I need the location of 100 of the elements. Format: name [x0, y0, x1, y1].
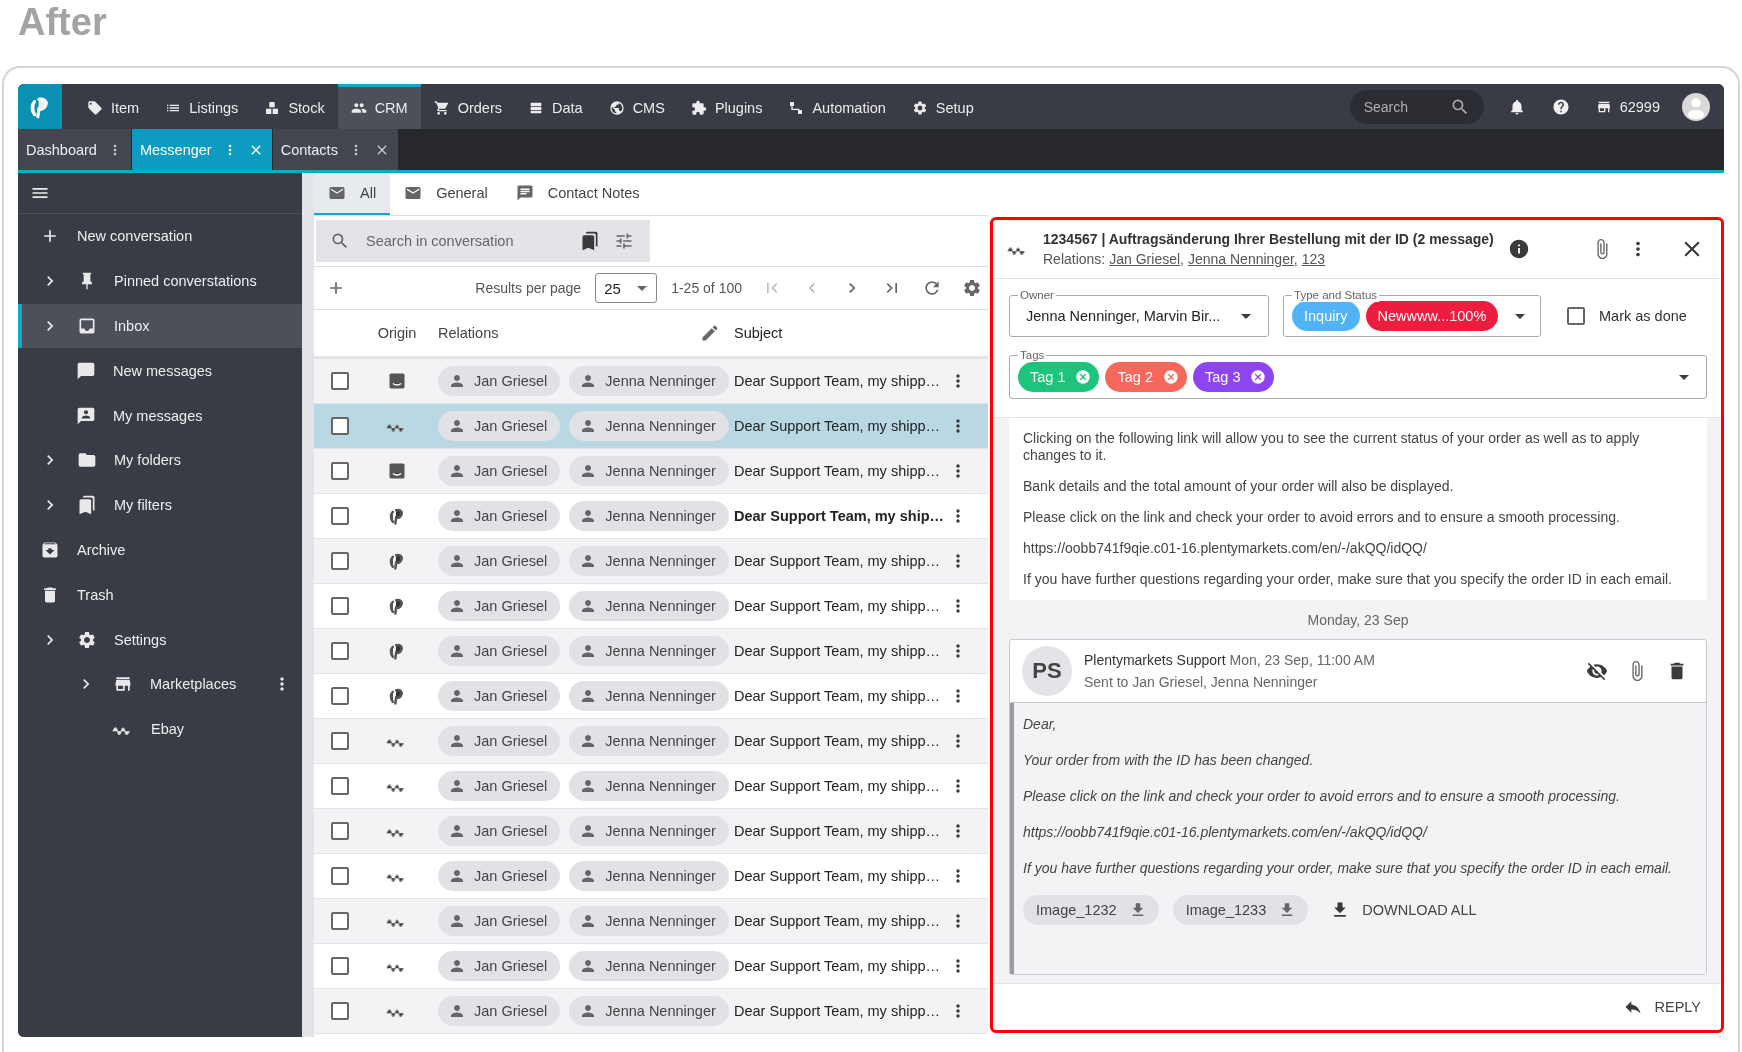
relation-chip[interactable]: Jenna Nenninger: [569, 951, 729, 981]
relation-chip[interactable]: Jan Griesel: [438, 546, 561, 576]
table-row[interactable]: Jan Griesel Jenna Nenninger Dear Support Team, my shipp…: [314, 629, 988, 674]
checkbox[interactable]: [331, 597, 349, 615]
relation-chip[interactable]: Jenna Nenninger: [569, 591, 729, 621]
search-input[interactable]: Search: [1361, 97, 1450, 116]
checkbox[interactable]: [331, 507, 349, 525]
tab[interactable]: General: [390, 173, 502, 215]
nav-item[interactable]: Setup: [898, 84, 987, 129]
checkbox[interactable]: [331, 1002, 349, 1020]
table-row[interactable]: Jan Griesel Jenna Nenninger Dear Support Team, my shipp…: [314, 899, 988, 944]
relation-chip[interactable]: Jan Griesel: [438, 996, 561, 1026]
nav-item[interactable]: Listings: [152, 84, 252, 129]
tag-chip[interactable]: Tag 3: [1192, 362, 1275, 392]
nav-item[interactable]: Automation: [775, 84, 899, 129]
sidebar-item[interactable]: Settings: [18, 617, 302, 662]
settings-icon[interactable]: [962, 278, 982, 298]
checkbox[interactable]: [331, 687, 349, 705]
relation-chip[interactable]: Jan Griesel: [438, 771, 561, 801]
app-logo-icon[interactable]: [18, 84, 62, 129]
sidebar-item[interactable]: Ebay: [18, 706, 302, 752]
relation-chip[interactable]: Jan Griesel: [438, 861, 561, 891]
relation-chip[interactable]: Jenna Nenninger: [569, 906, 729, 936]
info-icon[interactable]: [1507, 238, 1530, 260]
sidebar-item[interactable]: My filters: [18, 482, 302, 528]
relation-chip[interactable]: Jenna Nenninger: [569, 456, 729, 486]
checkbox[interactable]: [331, 372, 349, 390]
relation-chip[interactable]: Jenna Nenninger: [569, 681, 729, 711]
sidebar-item[interactable]: Inbox: [18, 303, 302, 349]
tab[interactable]: Dashboard: [18, 129, 132, 170]
remove-icon[interactable]: [1250, 369, 1267, 385]
relation-link[interactable]: Jan Griesel,: [1109, 251, 1184, 267]
search-input[interactable]: Search in conversation: [364, 232, 566, 250]
relation-chip[interactable]: Jenna Nenninger: [569, 816, 729, 846]
checkbox[interactable]: [331, 957, 349, 975]
tab[interactable]: All: [314, 173, 391, 215]
bookmarks-icon[interactable]: [580, 231, 600, 251]
checkbox[interactable]: [331, 417, 349, 435]
relation-link[interactable]: 123: [1301, 251, 1326, 267]
table-row[interactable]: Jan Griesel Jenna Nenninger Dear Support Team, my shipp…: [314, 719, 988, 764]
relation-chip[interactable]: Jan Griesel: [438, 456, 561, 486]
tab[interactable]: Contact Notes: [501, 173, 654, 215]
sidebar-item[interactable]: My folders: [18, 438, 302, 483]
relation-chip[interactable]: Jan Griesel: [438, 501, 561, 531]
nav-item[interactable]: Item: [74, 84, 153, 129]
attachment-chip[interactable]: Image_1233: [1172, 895, 1309, 925]
sidebar-item[interactable]: Marketplaces: [18, 661, 302, 707]
nav-item[interactable]: Plugins: [677, 84, 776, 129]
sidebar-item[interactable]: Archive: [18, 527, 302, 573]
nav-item[interactable]: Stock: [251, 84, 338, 129]
relation-chip[interactable]: Jenna Nenninger: [569, 546, 729, 576]
relation-chip[interactable]: Jenna Nenninger: [569, 726, 729, 756]
checkbox[interactable]: [331, 822, 349, 840]
relation-chip[interactable]: Jenna Nenninger: [569, 501, 729, 531]
per-page-select[interactable]: 25: [595, 273, 658, 303]
checkbox[interactable]: [331, 642, 349, 660]
relation-chip[interactable]: Jan Griesel: [438, 636, 561, 666]
checkbox[interactable]: [331, 552, 349, 570]
relation-chip[interactable]: Jan Griesel: [438, 366, 561, 396]
nav-item[interactable]: CRM: [337, 84, 421, 129]
remove-icon[interactable]: [1162, 369, 1179, 385]
attachment-chip[interactable]: Image_1232: [1023, 895, 1159, 925]
relation-chip[interactable]: Jenna Nenninger: [569, 861, 729, 891]
nav-item[interactable]: CMS: [595, 84, 678, 129]
relation-chip[interactable]: Jan Griesel: [438, 726, 561, 756]
filter-icon[interactable]: [614, 231, 634, 251]
relation-chip[interactable]: Jenna Nenninger: [569, 771, 729, 801]
help-icon[interactable]: [1551, 97, 1570, 116]
search-bar[interactable]: Search: [1349, 89, 1484, 124]
checkbox[interactable]: [331, 462, 349, 480]
avatar-icon[interactable]: [1682, 92, 1710, 121]
relation-chip[interactable]: Jenna Nenninger: [569, 411, 729, 441]
table-row[interactable]: Jan Griesel Jenna Nenninger Dear Support Team, my shipp…: [314, 989, 988, 1034]
sidebar-item[interactable]: Pinned converstations: [18, 258, 302, 304]
relation-chip[interactable]: Jan Griesel: [438, 906, 561, 936]
eye-off-icon[interactable]: [1586, 660, 1608, 682]
relation-chip[interactable]: Jan Griesel: [438, 591, 561, 621]
relation-chip[interactable]: Jenna Nenninger: [569, 366, 729, 396]
sidebar-item[interactable]: Trash: [18, 572, 302, 618]
checkbox[interactable]: [331, 777, 349, 795]
refresh-icon[interactable]: [922, 278, 942, 298]
relation-chip[interactable]: Jan Griesel: [438, 816, 561, 846]
checkbox[interactable]: [331, 732, 349, 750]
checkbox[interactable]: [331, 912, 349, 930]
relation-chip[interactable]: Jenna Nenninger: [569, 996, 729, 1026]
nav-item[interactable]: Data: [515, 84, 596, 129]
sidebar-item[interactable]: New conversation: [18, 214, 302, 259]
relation-chip[interactable]: Jenna Nenninger: [569, 636, 729, 666]
reply-button[interactable]: REPLY: [1614, 993, 1709, 1021]
relation-link[interactable]: Jenna Nenninger,: [1187, 251, 1298, 267]
checkbox[interactable]: [1567, 307, 1585, 325]
checkbox[interactable]: [331, 867, 349, 885]
table-row[interactable]: Jan Griesel Jenna Nenninger Dear Support Team, my shipp…: [314, 404, 988, 449]
sidebar-item[interactable]: My messages: [18, 393, 302, 438]
relation-chip[interactable]: Jan Griesel: [438, 681, 561, 711]
sidebar-item[interactable]: New messages: [18, 348, 302, 394]
nav-item[interactable]: Orders: [420, 84, 515, 129]
tab[interactable]: Contacts: [272, 129, 399, 170]
relation-chip[interactable]: Jan Griesel: [438, 411, 561, 441]
table-row[interactable]: Jan Griesel Jenna Nenninger Dear Support Team, my shipp…: [314, 449, 988, 494]
